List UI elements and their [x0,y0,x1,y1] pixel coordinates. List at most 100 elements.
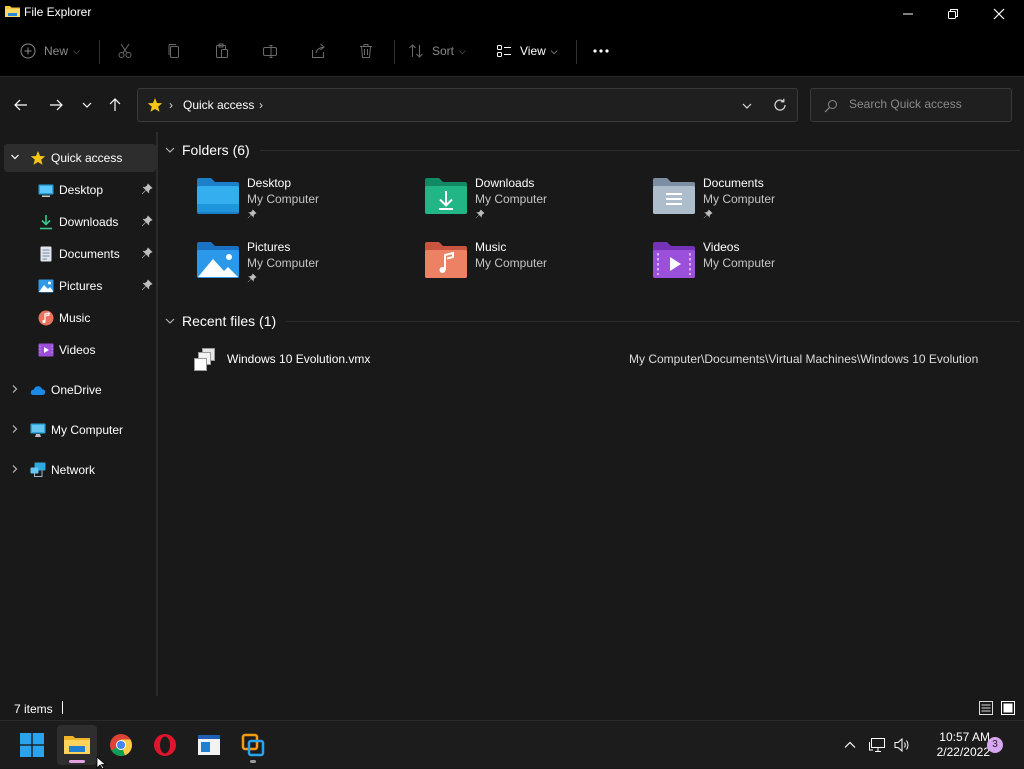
sidebar-item-label: Pictures [59,279,103,293]
pin-icon [475,209,485,219]
breadcrumb-separator-icon[interactable]: › [259,98,263,112]
restore-button[interactable] [930,0,976,28]
chevron-down-icon: ⌵ [73,45,80,56]
sidebar-item-label: Videos [59,343,96,357]
start-button[interactable] [12,725,52,765]
sort-label: Sort [432,44,455,58]
folder-tile-desktop[interactable]: Desktop My Computer [196,176,406,232]
sidebar-item-quick-access[interactable]: Quick access [4,144,156,172]
recent-file-row[interactable]: Windows 10 Evolution.vmx My Computer\Doc… [192,346,992,372]
search-input[interactable] [849,97,999,111]
taskbar-app-window[interactable] [189,725,229,765]
pictures-folder-icon [197,242,239,278]
copy-button[interactable] [166,38,182,64]
tiles-view-icon[interactable] [1000,700,1016,716]
search-icon [824,100,837,113]
sidebar-item-music[interactable]: Music [4,304,156,332]
breadcrumb-quick-access[interactable]: Quick access [183,98,254,112]
sidebar-item-desktop[interactable]: Desktop [4,176,156,204]
folder-location: My Computer [247,256,320,270]
address-bar[interactable]: › Quick access › [137,88,798,122]
share-button[interactable] [310,38,326,64]
show-hidden-icons-icon[interactable] [843,738,857,752]
folder-tile-pictures[interactable]: Pictures My Computer [196,240,406,296]
pin-icon[interactable] [141,279,153,291]
window-title: File Explorer [24,5,92,19]
sidebar-item-label: OneDrive [51,383,102,397]
taskbar-opera[interactable] [145,725,185,765]
view-button[interactable]: View ⌵ [496,38,558,64]
new-label: New [44,44,69,58]
sidebar-item-my-computer[interactable]: My Computer [4,416,156,444]
pin-icon[interactable] [141,247,153,259]
pin-icon [703,209,713,219]
minimize-button[interactable] [885,0,931,28]
cut-button[interactable] [117,38,133,64]
minimize-icon [903,13,913,15]
ellipsis-icon [593,49,609,53]
pictures-icon [38,279,54,293]
videos-folder-icon [653,242,695,278]
sidebar-item-label: Documents [59,247,120,261]
recent-files-section-header[interactable]: Recent files (1) [164,313,1020,329]
up-button[interactable] [103,91,127,119]
divider [394,40,395,64]
taskbar-file-explorer[interactable] [57,725,97,765]
pin-icon[interactable] [141,215,153,227]
section-divider [286,320,1020,322]
folder-tile-music[interactable]: Music My Computer [424,240,634,296]
paste-button[interactable] [214,38,230,64]
chevron-right-icon[interactable] [10,384,20,394]
sidebar-item-label: Downloads [59,215,119,229]
paste-icon [216,43,228,58]
new-button[interactable]: New ⌵ [20,38,80,64]
chevron-right-icon[interactable] [10,424,20,434]
more-options-button[interactable] [592,38,610,64]
folder-tile-videos[interactable]: Videos My Computer [652,240,862,296]
recent-files-section-title: Recent files (1) [182,313,277,329]
notification-badge[interactable]: 3 [987,737,1003,753]
arrow-left-icon [14,99,27,111]
sidebar-item-videos[interactable]: Videos [4,336,156,364]
restore-icon [948,9,958,19]
command-bar: New ⌵ Sort ⌵ View ⌵ [0,28,1024,76]
clock-time: 10:57 AM [939,730,990,744]
chevron-right-icon[interactable] [10,464,20,474]
folder-tile-downloads[interactable]: Downloads My Computer [424,176,634,232]
forward-button[interactable] [44,91,68,119]
folder-location: My Computer [703,256,776,270]
address-dropdown-icon[interactable] [741,100,753,112]
delete-button[interactable] [358,38,374,64]
folder-tile-documents[interactable]: Documents My Computer [652,176,862,232]
clock-date: 2/22/2022 [936,745,990,759]
volume-icon[interactable] [893,736,911,754]
chevron-down-icon[interactable] [10,152,20,162]
close-button[interactable] [976,0,1022,28]
network-status-icon[interactable] [869,736,887,754]
rename-button[interactable] [262,38,278,64]
computer-icon [30,423,46,437]
pin-icon[interactable] [141,183,153,195]
search-box[interactable] [810,88,1012,122]
folders-section-header[interactable]: Folders (6) [164,142,1020,158]
recent-locations-button[interactable] [75,91,99,119]
folder-name: Documents [703,176,764,190]
sort-button[interactable]: Sort ⌵ [408,38,466,64]
windows-logo-icon [20,733,44,757]
refresh-icon[interactable] [773,98,787,112]
sidebar-item-onedrive[interactable]: OneDrive [4,376,156,404]
chevron-down-icon [82,102,92,108]
sidebar-item-downloads[interactable]: Downloads [4,208,156,236]
details-view-icon[interactable] [978,700,994,716]
taskbar-vmware[interactable] [233,725,273,765]
view-icon [497,45,511,57]
system-clock[interactable]: 10:57 AM 2/22/2022 [914,730,990,760]
chevron-down-icon: ⌵ [459,45,466,56]
pin-icon [247,273,257,283]
sidebar-item-network[interactable]: Network [4,456,156,484]
trash-icon [360,44,372,58]
sidebar-item-pictures[interactable]: Pictures [4,272,156,300]
sidebar-item-documents[interactable]: Documents [4,240,156,268]
back-button[interactable] [9,91,33,119]
title-bar[interactable]: File Explorer [0,0,1024,28]
